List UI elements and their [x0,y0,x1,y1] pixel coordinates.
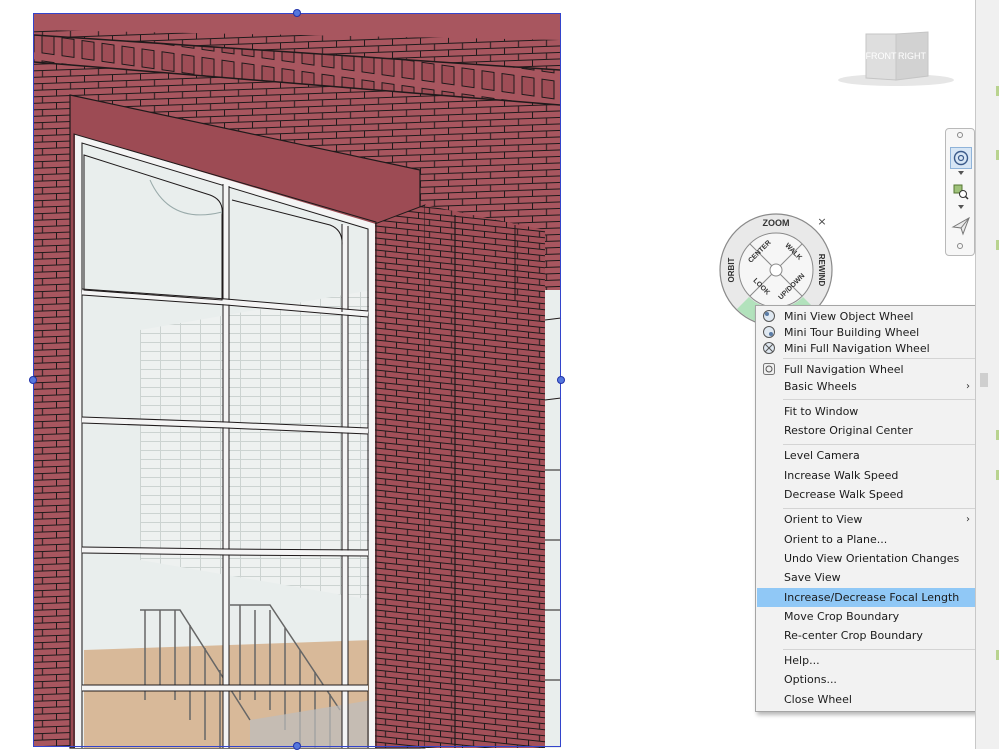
menu-item-label: Full Navigation Wheel [784,363,904,376]
menu-item-label: Increase Walk Speed [784,469,899,482]
view-cube-front-face[interactable]: FRONT [866,51,897,61]
paper-plane-icon [951,216,970,236]
view-cube-right-face[interactable]: RIGHT [898,51,927,61]
pan-button[interactable] [950,215,972,237]
chevron-down-icon [958,205,964,209]
wheel-zoom-label[interactable]: ZOOM [763,218,790,228]
menu-item-increase-walk-speed[interactable]: Increase Walk Speed [757,466,978,485]
menu-item-decrease-walk-speed[interactable]: Decrease Walk Speed [757,485,978,504]
menu-separator [783,444,975,445]
navigation-bar [945,128,975,256]
nav-bar-bottom-handle[interactable] [957,243,963,249]
submenu-arrow-icon: › [966,514,970,525]
menu-separator [783,508,975,509]
nav-bar-top-handle[interactable] [957,132,963,138]
menu-item-label: Re-center Crop Boundary [784,629,923,642]
menu-separator [783,649,975,650]
menu-item-label: Restore Original Center [784,424,913,437]
menu-item-label: Orient to View [784,513,863,526]
view-cube[interactable]: FRONT RIGHT [838,28,958,90]
wheel-close-button[interactable]: × [817,215,826,228]
menu-item-restore-original-center[interactable]: Restore Original Center [757,421,978,440]
menu-item-options[interactable]: Options... [757,670,978,689]
menu-separator [783,399,975,400]
zoom-dropdown[interactable] [950,203,972,211]
menu-item-re-center-crop-boundary[interactable]: Re-center Crop Boundary [757,626,978,645]
menu-item-basic-wheels[interactable]: Basic Wheels › [757,377,978,396]
menu-item-save-view[interactable]: Save View [757,568,978,587]
menu-item-label: Decrease Walk Speed [784,488,904,501]
menu-item-label: Move Crop Boundary [784,610,900,623]
wheel-rewind-label[interactable]: REWIND [817,254,826,287]
menu-item-help[interactable]: Help... [757,651,978,670]
menu-item-orient-to-a-plane[interactable]: Orient to a Plane... [757,530,978,549]
menu-item-label: Undo View Orientation Changes [784,552,960,565]
steering-wheel-icon [953,150,969,166]
menu-item-fit-to-window[interactable]: Fit to Window [757,402,978,421]
full-navigation-wheel-icon [763,363,775,375]
mini-full-navigation-wheel-icon [763,342,775,354]
menu-item-mini-full-navigation-wheel[interactable]: Mini Full Navigation Wheel [757,339,978,358]
menu-item-level-camera[interactable]: Level Camera [757,446,978,465]
menu-item-label: Help... [784,654,820,667]
scrollbar-thumb[interactable] [980,373,988,387]
chevron-down-icon [958,171,964,175]
menu-item-label: Save View [784,571,841,584]
menu-item-label: Fit to Window [784,405,859,418]
menu-item-close-wheel[interactable]: Close Wheel [757,690,978,709]
menu-item-label: Mini View Object Wheel [784,310,914,323]
menu-item-undo-view-orientation-changes[interactable]: Undo View Orientation Changes [757,549,978,568]
menu-item-label: Orient to a Plane... [784,533,888,546]
mini-view-object-wheel-icon [763,310,775,322]
menu-separator [783,358,975,359]
properties-panel-edge [975,0,999,749]
menu-item-label: Level Camera [784,449,860,462]
menu-item-move-crop-boundary[interactable]: Move Crop Boundary [757,607,978,626]
steering-wheel-button[interactable] [950,147,972,169]
menu-item-label: Mini Full Navigation Wheel [784,342,930,355]
wheel-context-menu: Mini View Object Wheel Mini Tour Buildin… [755,305,980,712]
mini-tour-building-wheel-icon [763,326,775,338]
menu-item-label: Increase/Decrease Focal Length [784,591,960,604]
menu-item-label: Basic Wheels [784,380,857,393]
wheel-orbit-label[interactable]: ORBIT [727,257,736,282]
menu-item-increase-decrease-focal-length[interactable]: Increase/Decrease Focal Length [757,588,978,607]
menu-item-orient-to-view[interactable]: Orient to View › [757,510,978,529]
menu-item-label: Close Wheel [784,693,852,706]
menu-item-label: Options... [784,673,837,686]
zoom-region-button[interactable] [950,181,972,203]
zoom-region-icon [953,184,969,200]
submenu-arrow-icon: › [966,381,970,392]
menu-item-label: Mini Tour Building Wheel [784,326,920,339]
steering-wheel-dropdown[interactable] [950,169,972,177]
